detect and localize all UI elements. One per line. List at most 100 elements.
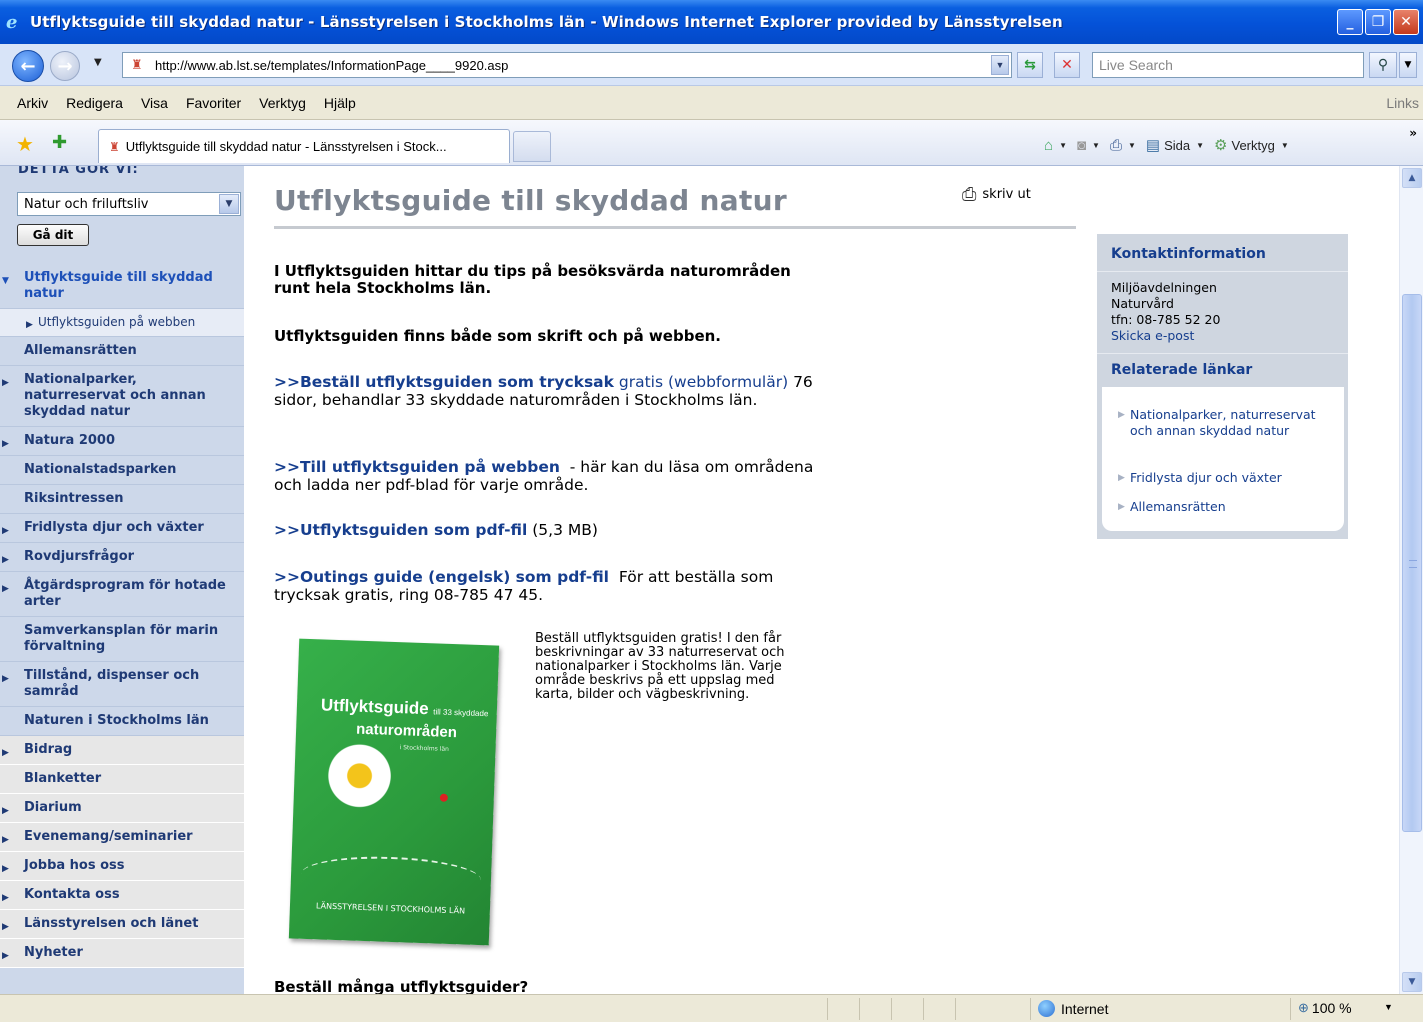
- sidebar-item-naturen[interactable]: Naturen i Stockholms län: [0, 707, 244, 736]
- related-link-nationalparker[interactable]: ▶ Nationalparker, naturreservat och annan…: [1118, 407, 1340, 439]
- sidebar-item-allemansratten[interactable]: Allemansrätten: [0, 337, 244, 366]
- zoom-magnifier-icon: ⊕: [1298, 1000, 1309, 1015]
- menu-visa[interactable]: Visa: [132, 95, 177, 111]
- zoom-dropdown-icon[interactable]: ▼: [1384, 1002, 1393, 1012]
- sidebar-item-tillstand[interactable]: ▶ Tillstånd, dispenser och samråd: [0, 662, 244, 707]
- add-favorite-icon[interactable]: ✚: [52, 132, 67, 153]
- tools-menu-button[interactable]: Verktyg: [1232, 138, 1275, 153]
- category-select-value: Natur och friluftsliv: [24, 196, 149, 212]
- intro-text: I Utflyktsguiden hittar du tips på besök…: [274, 262, 791, 297]
- security-zone[interactable]: Internet: [1038, 1000, 1108, 1017]
- sidebar-heading: DETTA GÖR VI:: [18, 166, 139, 177]
- printer-icon: ⎙: [962, 184, 977, 205]
- sidebar-subitem-webben[interactable]: ▶ Utflyktsguiden på webben: [0, 309, 244, 337]
- forward-button[interactable]: →: [50, 51, 80, 81]
- triangle-right-icon: ▶: [2, 378, 9, 388]
- status-bar: Internet ⊕ 100 % ▼: [0, 994, 1423, 1022]
- zone-label: Internet: [1061, 1000, 1109, 1017]
- scroll-thumb[interactable]: [1402, 294, 1422, 832]
- sidebar-item-label: Jobba hos oss: [24, 858, 125, 873]
- web-guide-link[interactable]: >>Till utflyktsguiden på webben: [274, 458, 560, 476]
- sidebar-item-evenemang[interactable]: ▶ Evenemang/seminarier: [0, 823, 244, 852]
- sidebar-item-riksintressen[interactable]: Riksintressen: [0, 485, 244, 514]
- site-favicon-icon: ♜: [131, 57, 143, 72]
- home-dropdown-icon[interactable]: ▼: [1059, 141, 1067, 150]
- sidebar-item-kontakta[interactable]: ▶ Kontakta oss: [0, 881, 244, 910]
- order-form-link[interactable]: gratis (webbformulär): [619, 373, 788, 391]
- search-input[interactable]: Live Search: [1092, 52, 1364, 78]
- feeds-dropdown-icon[interactable]: ▼: [1092, 141, 1100, 150]
- sidebar-item-nationalstadsparken[interactable]: Nationalstadsparken: [0, 456, 244, 485]
- page-menu-button[interactable]: Sida: [1164, 138, 1190, 153]
- feeds-icon[interactable]: ◙: [1077, 137, 1086, 154]
- sidebar-item-blanketter[interactable]: Blanketter: [0, 765, 244, 794]
- related-link-allemansratten[interactable]: ▶ Allemansrätten: [1118, 499, 1340, 515]
- sidebar-item-rovdjur[interactable]: ▶ Rovdjursfrågor: [0, 543, 244, 572]
- triangle-right-icon: ▶: [2, 922, 9, 932]
- more-tools-chevron-icon[interactable]: »: [1409, 126, 1417, 140]
- maximize-button[interactable]: ❐: [1365, 9, 1391, 35]
- go-button[interactable]: Gå dit: [17, 224, 89, 246]
- sidebar-item-fridlysta[interactable]: ▶ Fridlysta djur och växter: [0, 514, 244, 543]
- menu-verktyg[interactable]: Verktyg: [250, 95, 315, 111]
- pdf-guide-link[interactable]: >>Utflyktsguiden som pdf-fil: [274, 521, 527, 539]
- print-dropdown-icon[interactable]: ▼: [1128, 141, 1136, 150]
- triangle-right-icon: ▶: [1118, 473, 1125, 483]
- refresh-button[interactable]: ⇆: [1017, 52, 1043, 78]
- address-dropdown-icon[interactable]: ▼: [991, 55, 1009, 75]
- home-icon[interactable]: ⌂: [1044, 137, 1053, 154]
- triangle-right-icon: ▶: [1118, 410, 1125, 420]
- ladybug-icon: [439, 793, 448, 802]
- sidebar-item-atgardsprogram[interactable]: ▶ Åtgärdsprogram för hotade arter: [0, 572, 244, 617]
- sidebar-item-lansstyrelsen[interactable]: ▶ Länsstyrelsen och länet: [0, 910, 244, 939]
- minimize-button[interactable]: _: [1337, 9, 1363, 35]
- favorites-star-icon[interactable]: ★: [16, 132, 34, 156]
- menu-favoriter[interactable]: Favoriter: [177, 95, 250, 111]
- sidebar-item-label: Bidrag: [24, 742, 73, 757]
- scroll-down-arrow-icon[interactable]: ▼: [1402, 972, 1422, 992]
- sidebar-item-label: Diarium: [24, 800, 82, 815]
- new-tab-button[interactable]: [513, 131, 551, 162]
- links-toolbar[interactable]: Links: [1386, 95, 1419, 111]
- back-button[interactable]: ←: [12, 50, 44, 82]
- refresh-icon: ⇆: [1024, 57, 1036, 73]
- tab-active[interactable]: ♜ Utflyktsguide till skyddad natur - Län…: [98, 129, 510, 163]
- menu-hjalp[interactable]: Hjälp: [315, 95, 365, 111]
- address-toolbar: ← → ▼ ♜ http://www.ab.lst.se/templates/I…: [0, 44, 1423, 86]
- sidebar-item-diarium[interactable]: ▶ Diarium: [0, 794, 244, 823]
- search-button[interactable]: ⚲: [1369, 52, 1397, 78]
- menu-redigera[interactable]: Redigera: [57, 95, 132, 111]
- address-input[interactable]: ♜ http://www.ab.lst.se/templates/Informa…: [122, 52, 1012, 78]
- forward-arrow-icon: →: [57, 55, 73, 77]
- page-dropdown-icon[interactable]: ▼: [1196, 141, 1204, 150]
- sidebar-item-natura2000[interactable]: ▶ Natura 2000: [0, 427, 244, 456]
- menu-arkiv[interactable]: Arkiv: [8, 95, 57, 111]
- zoom-level[interactable]: ⊕ 100 %: [1298, 1000, 1352, 1016]
- sidebar-item-utflyktsguide[interactable]: ▼ Utflyktsguide till skyddad natur: [0, 264, 244, 309]
- order-print-link[interactable]: >>Beställ utflyktsguiden som trycksak: [274, 373, 614, 391]
- chevron-down-icon[interactable]: ▼: [219, 194, 239, 214]
- vertical-scrollbar[interactable]: ▲ ▼: [1399, 166, 1423, 994]
- print-icon[interactable]: ⎙: [1110, 137, 1122, 154]
- send-email-link[interactable]: Skicka e-post: [1111, 328, 1194, 343]
- tools-dropdown-icon[interactable]: ▼: [1281, 141, 1289, 150]
- sidebar-item-jobba[interactable]: ▶ Jobba hos oss: [0, 852, 244, 881]
- search-options-dropdown[interactable]: ▼: [1399, 52, 1417, 78]
- sidebar-item-label: Tillstånd, dispenser och samråd: [24, 668, 200, 699]
- sidebar-item-samverkansplan[interactable]: Samverkansplan för marin förvaltning: [0, 617, 244, 662]
- history-dropdown-icon[interactable]: ▼: [94, 57, 102, 68]
- page-title: Utflyktsguide till skyddad natur: [274, 184, 787, 217]
- category-select[interactable]: Natur och friluftsliv ▼: [17, 192, 241, 216]
- contact-department: Miljöavdelningen: [1111, 280, 1217, 295]
- close-button[interactable]: ✕: [1393, 9, 1419, 35]
- section-heading-bulk-order: Beställ många utflyktsguider?: [274, 978, 529, 994]
- english-guide-link[interactable]: >>Outings guide (engelsk) som pdf-fil: [274, 568, 609, 586]
- triangle-right-icon: ▶: [2, 864, 9, 874]
- stop-button[interactable]: ✕: [1054, 52, 1080, 78]
- scroll-up-arrow-icon[interactable]: ▲: [1402, 168, 1422, 188]
- sidebar-item-nyheter[interactable]: ▶ Nyheter: [0, 939, 244, 968]
- related-link-fridlysta[interactable]: ▶ Fridlysta djur och växter: [1118, 470, 1340, 486]
- print-link[interactable]: ⎙ skriv ut: [962, 184, 1031, 205]
- sidebar-item-nationalparker[interactable]: ▶ Nationalparker, naturreservat och annan…: [0, 366, 244, 427]
- sidebar-item-bidrag[interactable]: ▶ Bidrag: [0, 736, 244, 765]
